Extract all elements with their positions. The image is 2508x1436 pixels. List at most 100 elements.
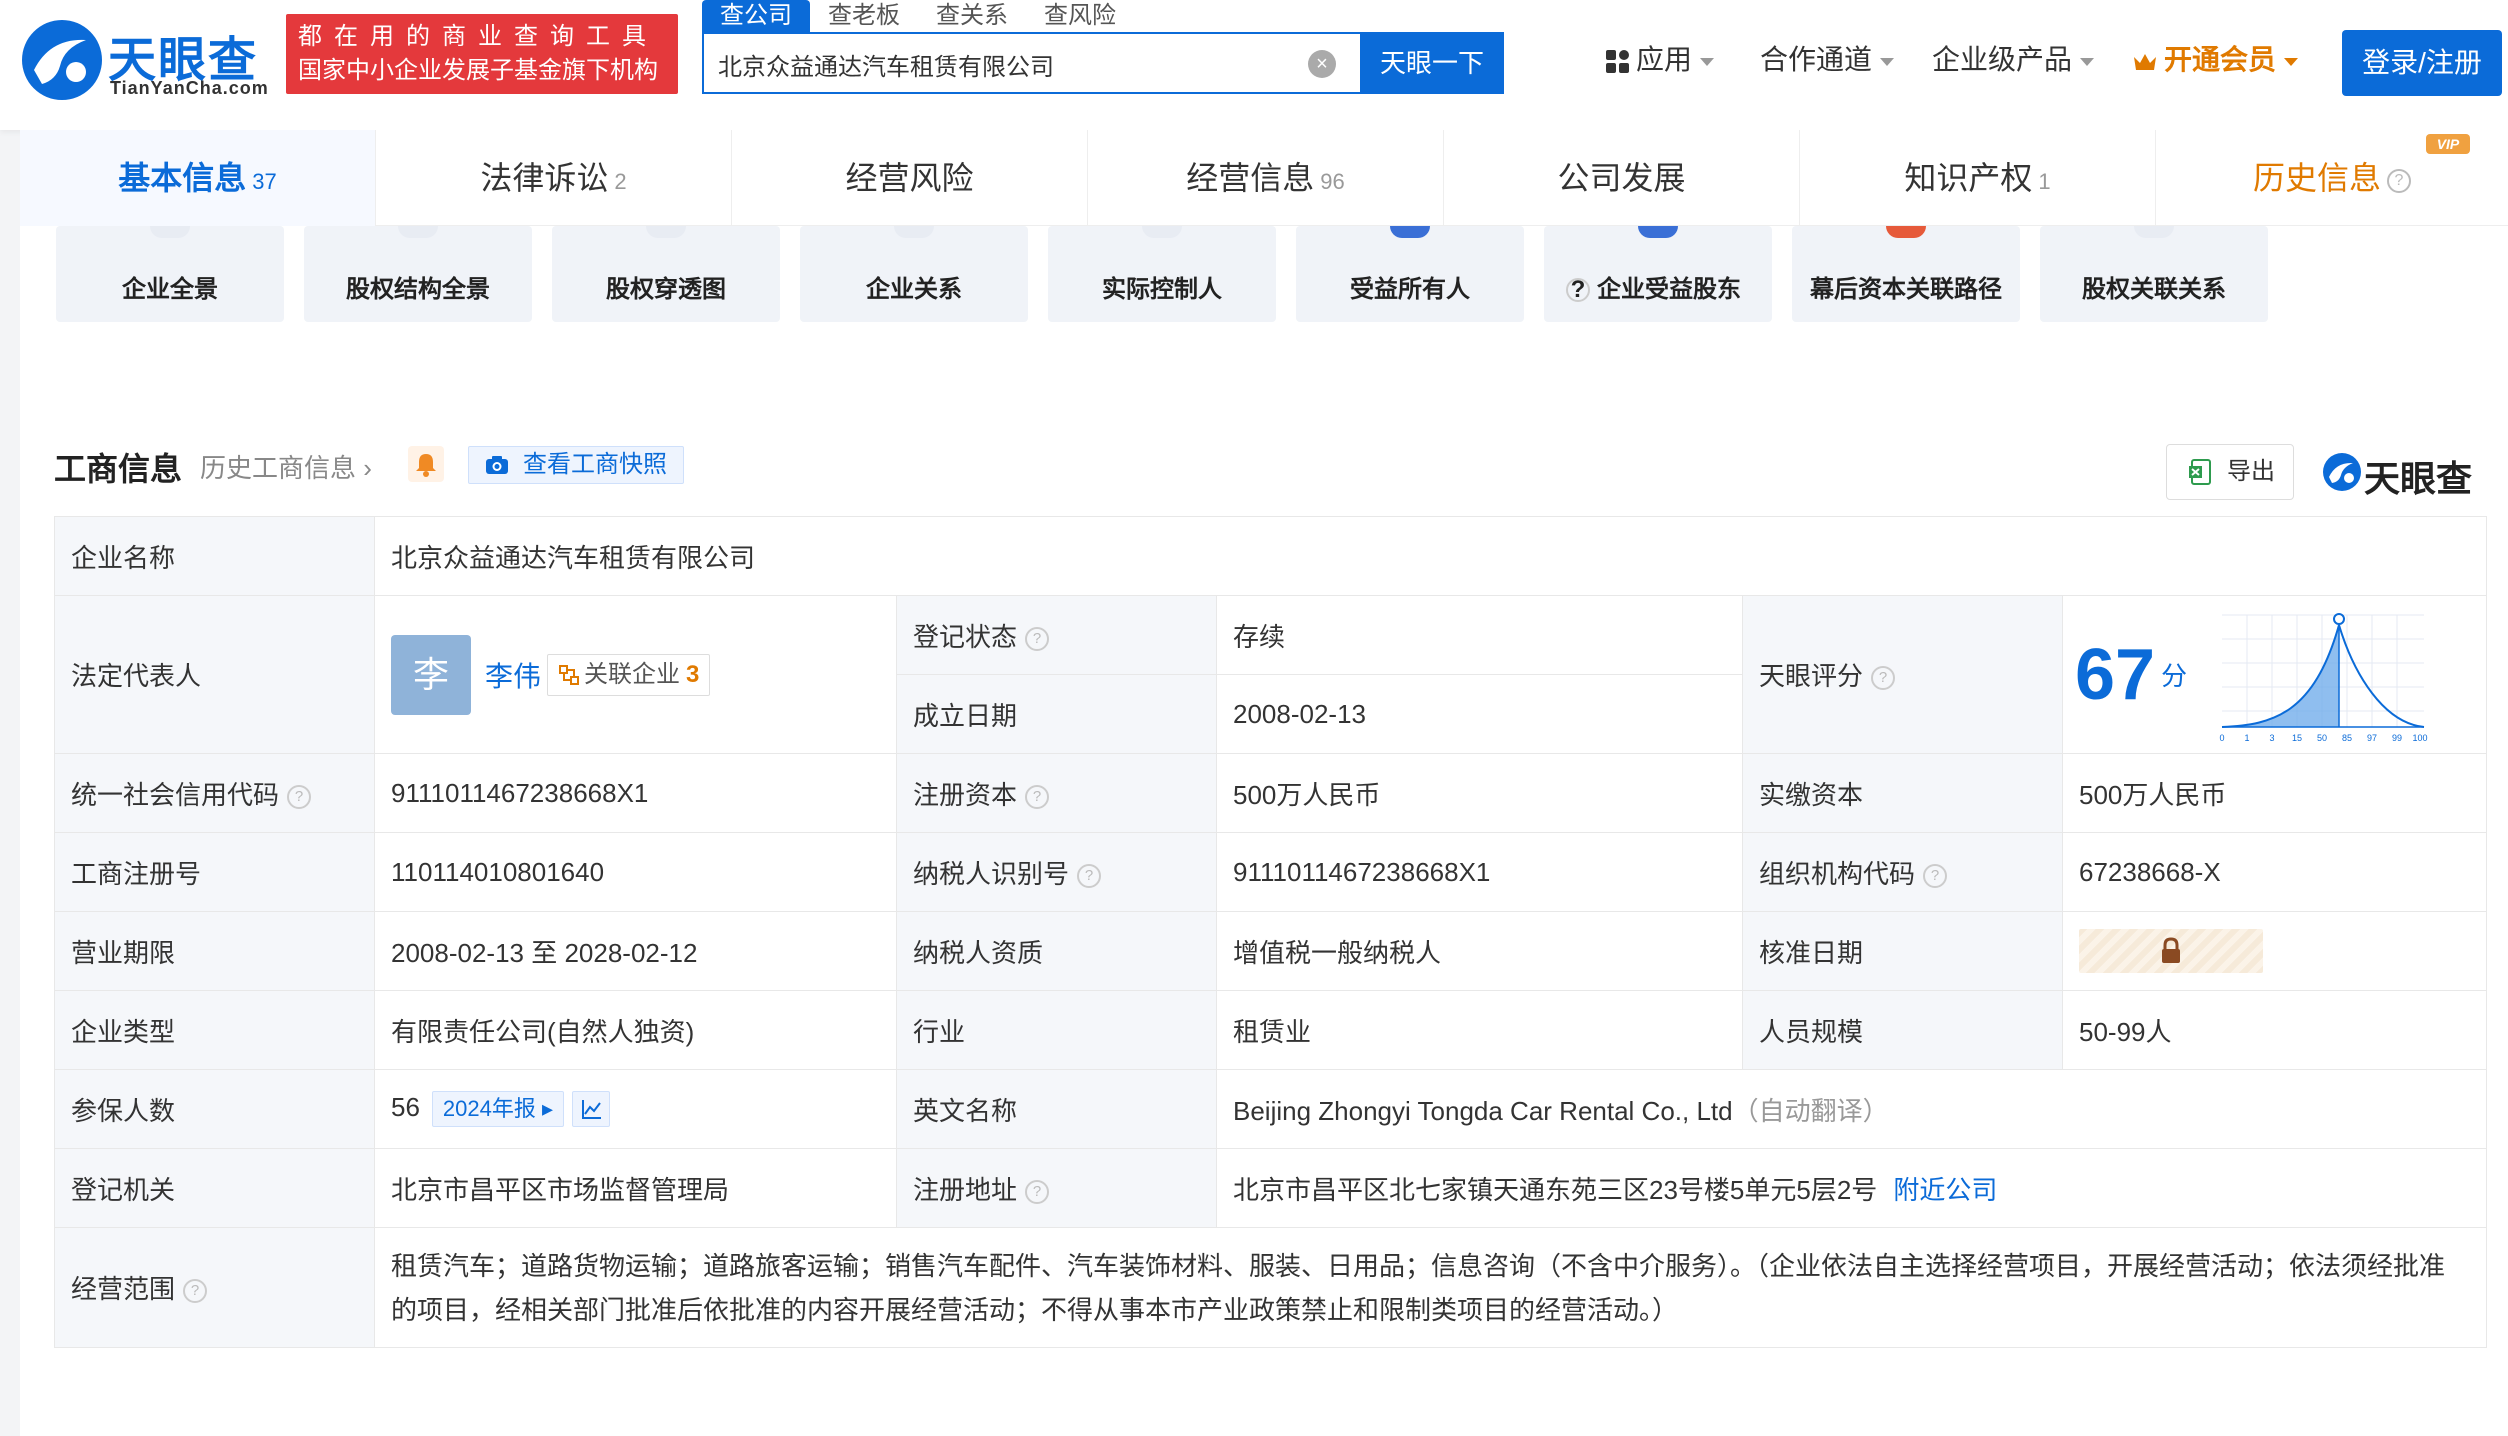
authority-value: 北京市昌平区市场监督管理局 [374,1148,897,1228]
tab-history[interactable]: 历史信息? VIP [2156,130,2508,226]
approve-date-cell [2061,911,2488,991]
help-icon[interactable]: ? [1923,863,1948,888]
scope-label: 经营范围 [71,1274,176,1304]
apps-grid-icon [1606,49,1630,74]
taxpayer-id-value: 9111011467238668X1 [1216,832,1743,912]
tab-label: 基本信息 [118,160,247,196]
annual-report-label: 2024年报 [442,1096,536,1121]
play-icon: ▸ [535,1096,554,1121]
tool-card-equity-relation[interactable]: 股权关联关系 [2040,226,2268,322]
snapshot-button[interactable]: 查看工商快照 [468,446,684,484]
reg-capital-label-cell: 注册资本? [896,753,1217,833]
tool-card-label: 股权关联关系 [2082,276,2226,303]
search-tab-company[interactable]: 查公司 [702,0,810,32]
search-tab-relation[interactable]: 查关系 [918,0,1026,32]
tab-ip[interactable]: 知识产权 1 [1800,130,2156,226]
related-companies-badge[interactable]: 关联企业 3 [547,653,711,696]
scope-value: 租赁汽车；道路货物运输；道路旅客运输；销售汽车配件、汽车装饰材料、服装、日用品；… [373,1227,2488,1348]
locked-value[interactable] [2079,929,2263,973]
search-input[interactable] [718,44,1298,84]
follow-button[interactable] [408,446,444,482]
logo-domain: TianYanCha.com [110,78,269,98]
top-header: 天眼查 TianYanCha.com 都在用的商业查询工具 国家中小企业发展子基… [0,0,2508,130]
business-info-table: 企业名称 北京众益通达汽车租赁有限公司 法定代表人 李李伟 关联企业 3 登记状态?… [54,516,2488,1348]
tab-count: 2 [614,169,627,194]
chevron-down-icon [1880,57,1895,66]
export-button[interactable]: 导出 [2166,444,2294,500]
trend-chart-button[interactable] [572,1091,611,1127]
score-axis-tick: 99 [2392,733,2402,743]
login-register-button[interactable]: 登录/注册 [2342,30,2502,96]
help-icon[interactable]: ? [1025,626,1050,651]
tianyancha-logo[interactable]: 天眼查 TianYanCha.com [20,14,280,104]
history-registry-link[interactable]: 历史工商信息 › [200,448,372,485]
tab-count: 1 [2038,169,2051,194]
table-row: 营业期限 2008-02-13 至 2028-02-12 纳税人资质 增值税一般… [54,911,2488,991]
tab-business-risk[interactable]: 经营风险 [732,130,1088,226]
tool-card-overview[interactable]: 企业全景 [56,226,284,322]
brand-text: 天眼查 [2364,458,2473,499]
annual-report-link[interactable]: 2024年报 ▸ [431,1091,565,1127]
help-icon[interactable]: ? [1025,1179,1050,1204]
score-axis-tick: 3 [2270,733,2275,743]
search-tab-risk[interactable]: 查风险 [1026,0,1134,32]
table-row: 登记机关 北京市昌平区市场监督管理局 注册地址? 北京市昌平区北七家镇天通东苑三… [54,1148,2488,1228]
nav-vip[interactable]: 开通会员 [2132,40,2299,80]
nav-channels[interactable]: 合作通道 [1760,40,1895,80]
english-name-value: Beijing Zhongyi Tongda Car Rental Co., L… [1233,1095,1733,1126]
tab-basic-info[interactable]: 基本信息 37 [20,130,376,226]
search-tab-boss[interactable]: 查老板 [810,0,918,32]
relation-icon [559,665,580,686]
tool-card-capital-path[interactable]: 幕后资本关联路径 [1792,226,2020,322]
logo-mark-icon [2323,453,2361,491]
help-icon[interactable]: ? [1025,784,1050,809]
tab-legal[interactable]: 法律诉讼 2 [376,130,732,226]
export-label: 导出 [2227,458,2275,485]
help-icon[interactable]: ? [183,1279,208,1304]
tool-card-label: 企业关系 [866,276,962,303]
term-value: 2008-02-13 至 2028-02-12 [374,911,897,991]
score-axis-tick: 100 [2413,733,2428,743]
tool-card-equity-penetration[interactable]: 股权穿透图 [552,226,780,322]
clear-icon[interactable]: × [1308,50,1336,78]
english-name-label: 英文名称 [896,1069,1217,1149]
help-icon[interactable]: ? [1077,863,1102,888]
tab-business-info[interactable]: 经营信息 96 [1088,130,1444,226]
main-content: 基本信息 37 法律诉讼 2 经营风险 经营信息 96 公司发展 知识产权 1 历史信息… [20,130,2508,1436]
insured-label: 参保人数 [54,1069,375,1149]
reg-status-label-cell: 登记状态? [896,595,1217,675]
paid-capital-label: 实缴资本 [1742,753,2063,833]
reg-no-label: 工商注册号 [54,832,375,912]
credit-code-label-cell: 统一社会信用代码? [54,753,375,833]
tool-card-label: 幕后资本关联路径 [1810,276,2002,303]
logo-mark-icon [22,20,102,100]
tool-card-controller[interactable]: 实际控制人 [1048,226,1276,322]
score-distribution-chart: 0 1 3 15 50 85 97 99 100 [2220,612,2428,743]
score-cell[interactable]: 67 分 0 1 3 15 50 85 97 99 100 [2061,595,2488,754]
taxpayer-type-label: 纳税人资质 [896,911,1217,991]
tool-card-beneficial-shareholder[interactable]: 企业受益股东? [1544,226,1772,322]
staff-size-label: 人员规模 [1742,990,2063,1070]
help-icon[interactable]: ? [1871,666,1896,691]
tab-development[interactable]: 公司发展 [1444,130,1800,226]
search-button[interactable]: 天眼一下 [1360,32,1504,94]
tool-card-beneficial-owner[interactable]: 受益所有人 [1296,226,1524,322]
reg-status-value: 存续 [1216,595,1743,675]
slogan-line-1: 都在用的商业查询工具 [298,23,658,50]
bell-icon [416,454,436,477]
help-icon: ? [2387,168,2411,193]
org-code-label-cell: 组织机构代码? [1742,832,2063,912]
nav-enterprise-products[interactable]: 企业级产品 [1932,40,2095,80]
reg-no-value: 110114010801640 [374,832,897,912]
approve-date-label: 核准日期 [1742,911,2063,991]
tab-label: 经营信息 [1186,160,1315,196]
avatar[interactable]: 李 [391,634,471,715]
legal-rep-name-link[interactable]: 李伟 [485,655,541,695]
nav-apps[interactable]: 应用 [1606,40,1715,80]
help-icon[interactable]: ? [287,784,312,809]
tool-card-equity-structure[interactable]: 股权结构全景 [304,226,532,322]
score-axis-tick: 15 [2292,733,2302,743]
nearby-companies-link[interactable]: 附近公司 [1893,1175,1997,1205]
scope-label-cell: 经营范围? [54,1227,375,1348]
tool-card-relations[interactable]: 企业关系 [800,226,1028,322]
